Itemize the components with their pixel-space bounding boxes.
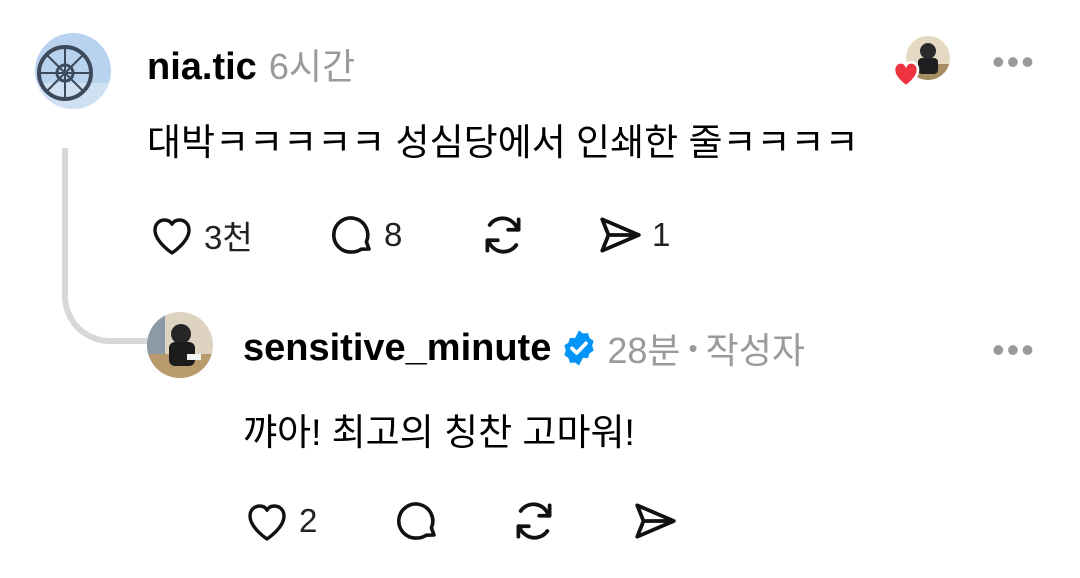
username[interactable]: nia.tic (147, 46, 257, 89)
reply-share-button[interactable] (629, 498, 681, 544)
meta-separator: • (688, 332, 698, 363)
heart-icon (153, 218, 191, 255)
more-options-button[interactable]: ••• (992, 44, 1036, 80)
avatar[interactable] (35, 33, 111, 109)
timestamp: 6시간 (268, 46, 356, 87)
reply-reply-button[interactable] (393, 498, 509, 544)
reply-count: 8 (384, 216, 403, 253)
reply-timestamp: 28분 (607, 330, 681, 371)
repost-button[interactable] (478, 212, 594, 258)
reply-repost-button[interactable] (509, 498, 629, 544)
verified-badge-icon (564, 330, 595, 366)
reply-like-count: 2 (299, 502, 318, 539)
repost-icon (485, 216, 521, 254)
reply-username[interactable]: sensitive_minute (243, 327, 551, 370)
share-count: 1 (652, 216, 671, 253)
author-liked-indicator (890, 36, 954, 94)
like-button[interactable]: 3천 (148, 211, 328, 259)
like-count: 3천 (204, 219, 253, 256)
heart-icon (892, 60, 920, 88)
reply-text: 꺄아! 최고의 칭찬 고마워! (243, 412, 635, 453)
repost-icon (516, 502, 552, 540)
reply-more-options-button[interactable]: ••• (992, 332, 1036, 368)
share-button[interactable]: 1 (594, 212, 670, 258)
heart-icon (248, 504, 286, 541)
comment-text: 대박ㅋㅋㅋㅋㅋ 성심당에서 인쇄한 줄ㅋㅋㅋㅋ (147, 122, 859, 163)
send-icon (600, 217, 641, 253)
author-badge: 작성자 (705, 330, 805, 371)
send-icon (635, 503, 676, 539)
reply-button[interactable]: 8 (328, 212, 478, 258)
comment-bubble-icon (332, 216, 371, 254)
thread-connector (62, 148, 148, 344)
reply-like-button[interactable]: 2 (243, 499, 393, 543)
reply-avatar[interactable] (147, 312, 213, 378)
comment-bubble-icon (397, 502, 436, 540)
